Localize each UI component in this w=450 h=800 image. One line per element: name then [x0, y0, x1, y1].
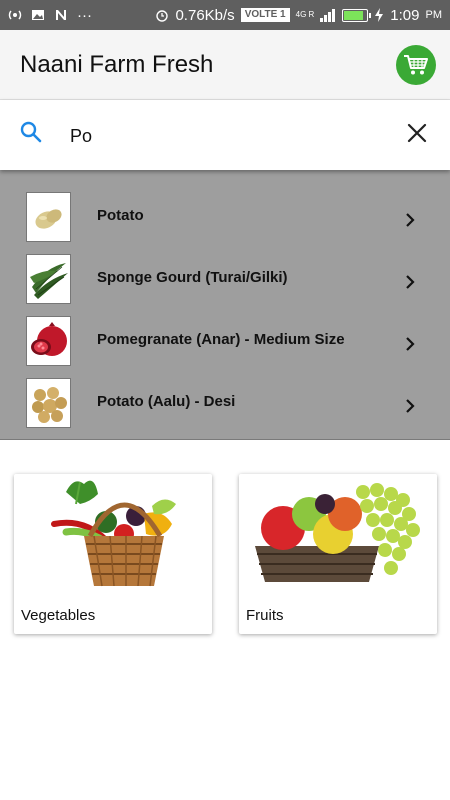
clock-ampm: PM: [425, 9, 443, 21]
volte-badge: VOLTE 1: [240, 8, 290, 22]
category-card-vegetables[interactable]: Vegetables: [14, 474, 212, 634]
cart-button[interactable]: [396, 45, 436, 85]
fruit-basket-image: [255, 483, 420, 582]
chevron-right-icon: [406, 275, 415, 289]
divider: [0, 439, 450, 440]
network-speed: 0.76Kb/s: [175, 6, 235, 24]
close-icon[interactable]: [406, 122, 428, 144]
suggestion-label: Pomegranate (Anar) - Medium Size: [97, 331, 345, 348]
suggestion-item[interactable]: Potato (Aalu) - Desi: [0, 378, 450, 440]
battery-icon: [342, 8, 372, 22]
category-label: Vegetables: [21, 607, 96, 624]
suggestion-item[interactable]: Sponge Gourd (Turai/Gilki): [0, 254, 450, 316]
signal-icon: [320, 9, 336, 22]
shopping-cart-icon: [404, 55, 428, 75]
image-icon: [32, 10, 44, 20]
more-notifications: ···: [77, 6, 92, 24]
vegetable-basket-image: [51, 480, 176, 587]
app-bar: Naani Farm Fresh: [0, 30, 450, 100]
chevron-right-icon: [406, 213, 415, 227]
search-icon[interactable]: [20, 121, 42, 143]
pomegranate-thumbnail: [26, 316, 71, 366]
sponge-gourd-thumbnail: [26, 254, 71, 304]
status-bar: ··· 0.76Kb/s VOLTE 1 4G R 1:09 PM: [0, 0, 450, 30]
alarm-icon: [156, 10, 169, 22]
suggestion-item[interactable]: Potato: [0, 192, 450, 254]
suggestion-label: Sponge Gourd (Turai/Gilki): [97, 269, 288, 286]
chevron-right-icon: [406, 337, 415, 351]
potato-desi-thumbnail: [26, 378, 71, 428]
clock: 1:09: [390, 6, 420, 24]
suggestion-label: Potato (Aalu) - Desi: [97, 393, 236, 410]
potato-thumbnail: [26, 192, 71, 242]
category-label: Fruits: [246, 607, 284, 624]
hotspot-icon: [8, 10, 22, 20]
chevron-right-icon: [406, 399, 415, 413]
search-suggestions: Potato Sponge Gourd (Turai/Gilki) Pomegr…: [0, 170, 450, 440]
charging-icon: [375, 8, 384, 22]
suggestion-label: Potato: [97, 207, 144, 224]
search-input[interactable]: [70, 122, 370, 150]
network-type: 4G R: [295, 10, 315, 19]
suggestion-item[interactable]: Pomegranate (Anar) - Medium Size: [0, 316, 450, 378]
n-logo-icon: [56, 10, 66, 20]
search-bar: [0, 100, 450, 170]
category-card-fruits[interactable]: Fruits: [239, 474, 437, 634]
app-title: Naani Farm Fresh: [20, 50, 214, 78]
